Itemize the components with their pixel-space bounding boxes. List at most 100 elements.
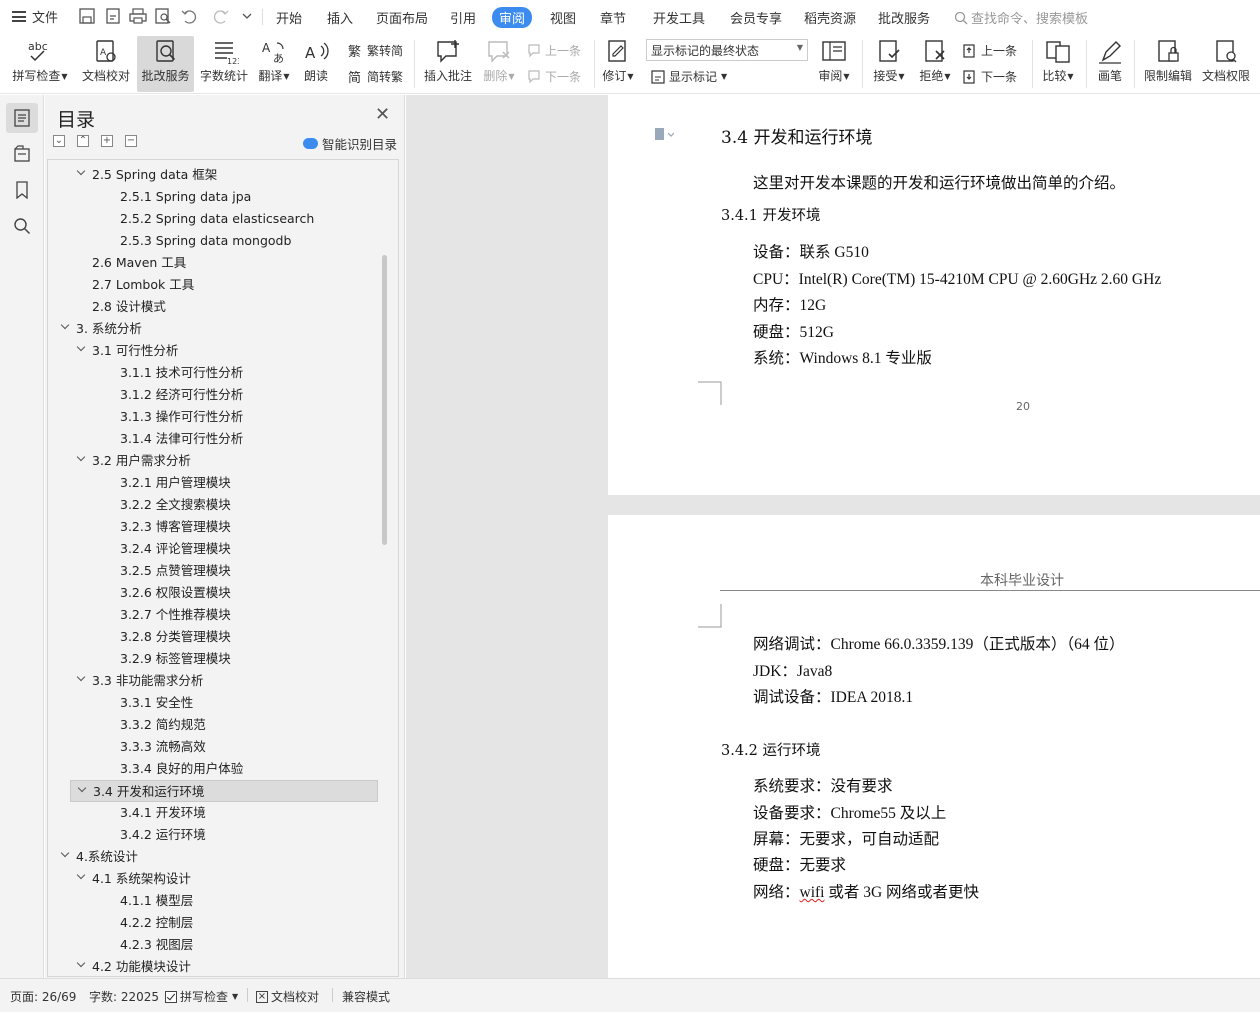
toc-item[interactable]: 3.4.1 开发环境 [48, 802, 380, 824]
toc-item[interactable]: 2.5.3 Spring data mongodb [48, 230, 380, 252]
doc-proof-button[interactable]: A 文档校对 [78, 36, 134, 92]
restrict-edit-button[interactable]: 限制编辑 [1140, 36, 1196, 92]
simp-to-trad-button[interactable]: 简 简转繁 [348, 68, 403, 85]
document-page[interactable]: 本科毕业设计 网络调试：Chrome 66.0.3359.139（正式版本）（6… [608, 515, 1260, 978]
toc-item[interactable]: 4.2.2 控制层 [48, 912, 380, 934]
review-pane-button[interactable]: 审阅▼ [814, 36, 854, 92]
smart-toc-button[interactable]: 智能识别目录 [303, 134, 397, 153]
toc-item[interactable]: 3.2 用户需求分析 [48, 450, 380, 472]
tab-developer[interactable]: 开发工具 [653, 8, 705, 27]
show-markup-button[interactable]: 显示标记 ▼ [650, 68, 727, 85]
toc-item[interactable]: 2.5.2 Spring data elasticsearch [48, 208, 380, 230]
toc-item[interactable]: 4.1 系统架构设计 [48, 868, 380, 890]
toc-item[interactable]: 3.1 可行性分析 [48, 340, 380, 362]
print-preview-icon[interactable] [154, 8, 172, 24]
word-count-button[interactable]: 123 字数统计 [197, 36, 251, 92]
prev-change-button[interactable]: 上一条 [962, 42, 1017, 59]
expand-up-icon[interactable]: ⌃ [77, 135, 89, 147]
find-button[interactable] [6, 211, 38, 241]
toc-item[interactable]: 3.3.3 流畅高效 [48, 736, 380, 758]
toc-item[interactable]: 3.2.4 评论管理模块 [48, 538, 380, 560]
spellcheck-toggle[interactable]: 拼写检查 ▼ [165, 988, 238, 1005]
chapter-nav-button[interactable] [6, 139, 38, 169]
compare-button[interactable]: 比较▼ [1036, 36, 1080, 92]
document-page[interactable]: 3.4 开发和运行环境 这里对开发本课题的开发和运行环境做出简单的介绍。 3.4… [608, 95, 1260, 495]
tab-home[interactable]: 开始 [276, 8, 302, 27]
toc-item[interactable]: 4.1.1 模型层 [48, 890, 380, 912]
export-pdf-icon[interactable] [104, 8, 122, 24]
paragraph-marker-icon[interactable] [654, 127, 674, 141]
next-change-button[interactable]: 下一条 [962, 68, 1017, 85]
tab-view[interactable]: 视图 [550, 8, 576, 27]
spelling-error-word[interactable]: wifi [800, 884, 825, 901]
toc-item[interactable]: 3.3.4 良好的用户体验 [48, 758, 380, 780]
redo-icon[interactable] [212, 8, 230, 24]
next-comment-button[interactable]: 下一条 [526, 68, 581, 85]
toc-item[interactable]: 4.2 功能模块设计 [48, 956, 380, 976]
pen-button[interactable]: 画笔 [1092, 36, 1128, 92]
spellcheck-button[interactable]: abc 拼写检查▼ [8, 36, 72, 92]
chevron-down-icon[interactable] [78, 340, 84, 362]
tab-page-layout[interactable]: 页面布局 [376, 8, 428, 27]
toc-item[interactable]: 3. 系统分析 [48, 318, 380, 340]
close-icon[interactable]: ✕ [375, 104, 390, 125]
toc-item[interactable]: 3.1.2 经济可行性分析 [48, 384, 380, 406]
toc-item[interactable]: 3.2.9 标签管理模块 [48, 648, 380, 670]
toc-item[interactable]: 3.1.3 操作可行性分析 [48, 406, 380, 428]
chevron-down-icon[interactable] [78, 956, 84, 976]
toc-item[interactable]: 3.2.3 博客管理模块 [48, 516, 380, 538]
tab-section[interactable]: 章节 [600, 8, 626, 27]
toc-item[interactable]: 4.2.3 视图层 [48, 934, 380, 956]
toc-item[interactable]: 4.系统设计 [48, 846, 380, 868]
toc-item[interactable]: 3.2.7 个性推荐模块 [48, 604, 380, 626]
command-search[interactable]: 查找命令、搜索模板 [954, 8, 1088, 27]
toc-item[interactable]: 3.2.1 用户管理模块 [48, 472, 380, 494]
toc-item[interactable]: 2.8 设计模式 [48, 296, 380, 318]
save-icon[interactable] [78, 8, 96, 24]
print-icon[interactable] [129, 8, 147, 24]
tab-correction-service[interactable]: 批改服务 [878, 8, 930, 27]
markup-state-select[interactable]: 显示标记的最终状态 ▼ [646, 39, 808, 61]
prev-comment-button[interactable]: 上一条 [526, 42, 581, 59]
collapse-all-icon[interactable]: ⌄ [53, 135, 65, 147]
toc-item[interactable]: 2.5 Spring data 框架 [48, 164, 380, 186]
toc-scrollbar[interactable] [382, 255, 387, 545]
chevron-down-icon[interactable] [78, 164, 84, 186]
toc-item[interactable]: 2.5.1 Spring data jpa [48, 186, 380, 208]
chevron-down-icon[interactable] [62, 846, 68, 868]
file-menu[interactable]: 文件 [12, 7, 58, 26]
toc-item[interactable]: 2.6 Maven 工具 [48, 252, 380, 274]
tab-insert[interactable]: 插入 [327, 8, 353, 27]
chevron-down-icon[interactable] [78, 868, 84, 890]
chevron-down-icon[interactable] [78, 450, 84, 472]
track-changes-button[interactable]: 修订▼ [600, 36, 636, 92]
correction-service-button[interactable]: 批改服务 [137, 36, 194, 92]
page-indicator[interactable]: 页面: 26/69 [10, 988, 76, 1005]
delete-comment-button[interactable]: 删除▼ [480, 36, 518, 92]
toc-item[interactable]: 3.2.8 分类管理模块 [48, 626, 380, 648]
toc-item[interactable]: 2.7 Lombok 工具 [48, 274, 380, 296]
undo-icon[interactable] [180, 8, 198, 24]
add-heading-icon[interactable]: + [101, 135, 113, 147]
word-count-indicator[interactable]: 字数: 22025 [89, 988, 159, 1005]
toc-item[interactable]: 3.4 开发和运行环境 [70, 780, 378, 802]
remove-heading-icon[interactable]: − [125, 135, 137, 147]
toc-item[interactable]: 3.3.2 简约规范 [48, 714, 380, 736]
chevron-down-icon[interactable] [62, 318, 68, 340]
toc-item[interactable]: 3.2.2 全文搜索模块 [48, 494, 380, 516]
tab-references[interactable]: 引用 [450, 8, 476, 27]
reject-button[interactable]: 拒绝▼ [914, 36, 956, 92]
tab-docer-resources[interactable]: 稻壳资源 [804, 8, 856, 27]
trad-to-simp-button[interactable]: 繁 繁转简 [348, 42, 403, 59]
translate-button[interactable]: Aあ 翻译▼ [254, 36, 294, 92]
insert-comment-button[interactable]: 插入批注 [420, 36, 476, 92]
doc-proof-toggle[interactable]: × 文档校对 [256, 988, 319, 1005]
read-aloud-button[interactable]: A 朗读 [298, 36, 334, 92]
tab-review[interactable]: 审阅 [492, 7, 533, 28]
toc-item[interactable]: 3.4.2 运行环境 [48, 824, 380, 846]
doc-permission-button[interactable]: 文档权限 [1198, 36, 1254, 92]
toc-item[interactable]: 3.2.6 权限设置模块 [48, 582, 380, 604]
toc-item[interactable]: 3.1.1 技术可行性分析 [48, 362, 380, 384]
toc-panel-button[interactable] [6, 103, 38, 133]
chevron-down-icon[interactable] [78, 670, 84, 692]
